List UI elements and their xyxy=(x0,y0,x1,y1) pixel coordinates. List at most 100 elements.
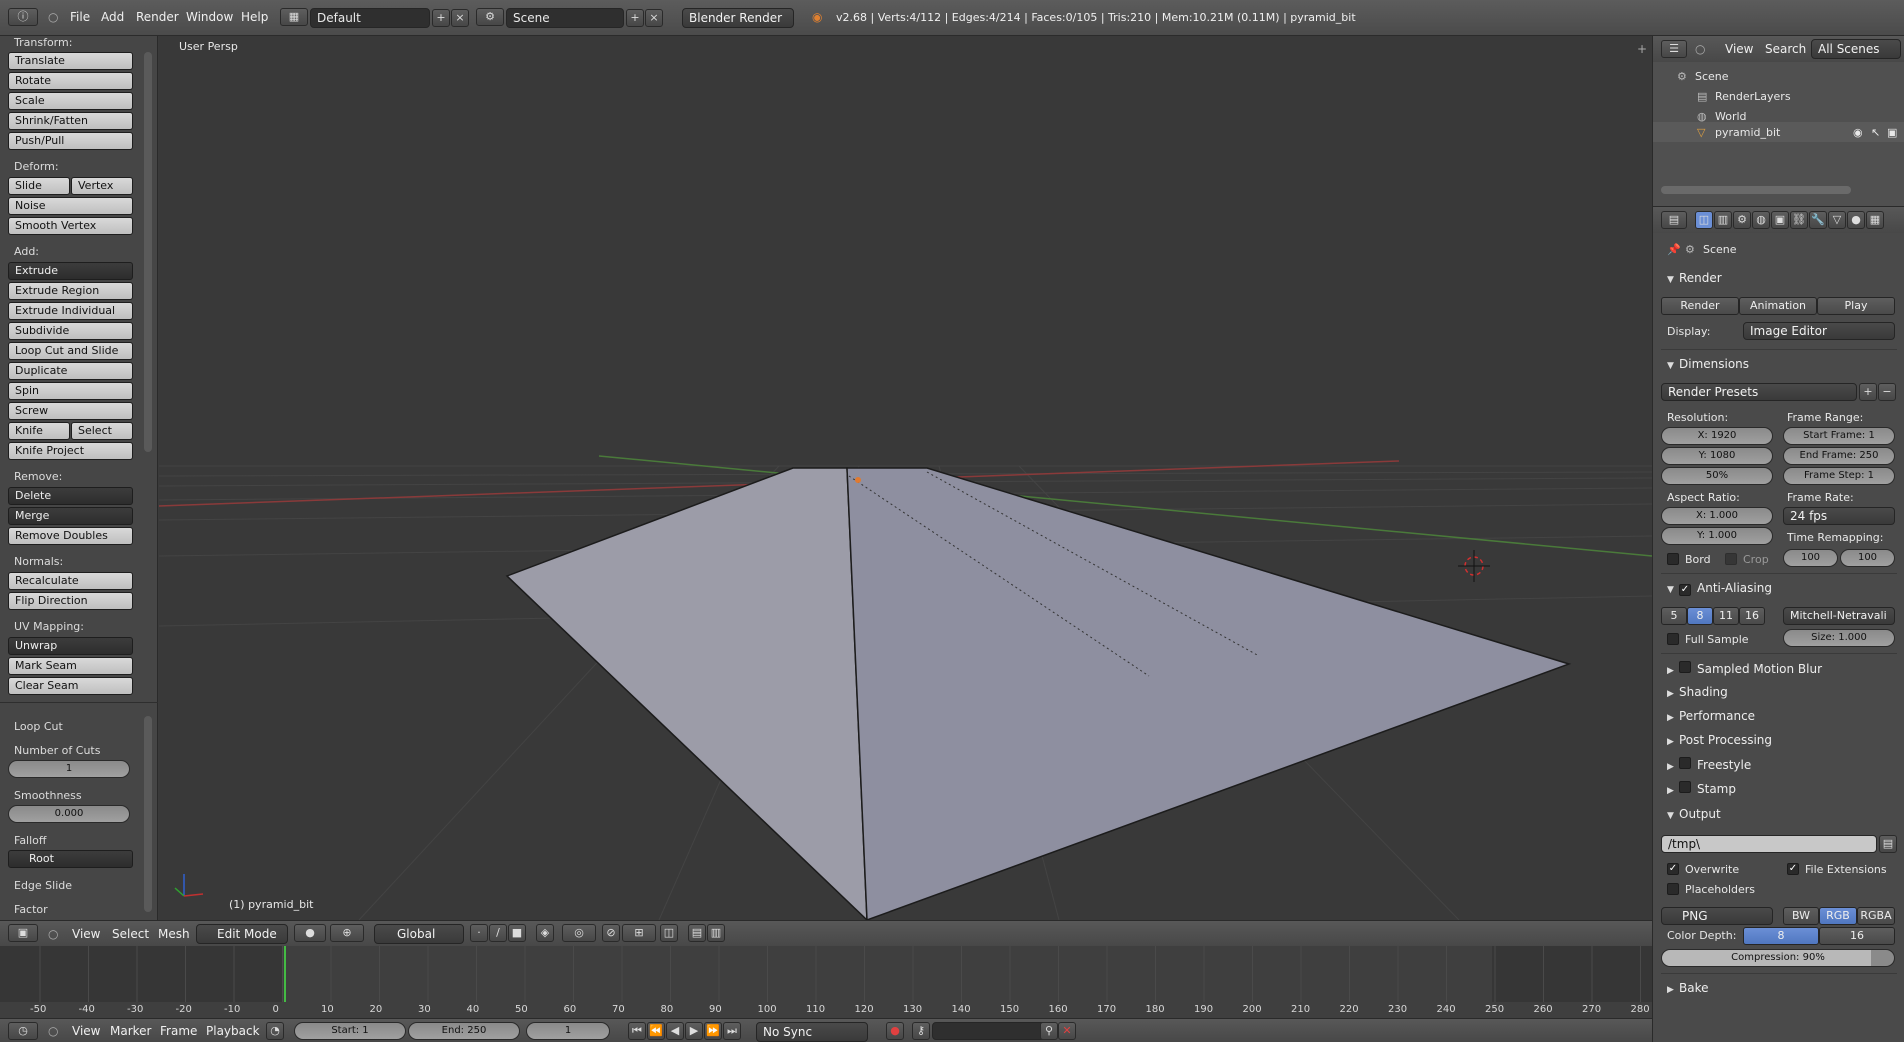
jump-start-icon[interactable]: ⏮ xyxy=(628,1022,646,1040)
color-rgba-button[interactable]: RGBA xyxy=(1857,907,1895,925)
scene-icon[interactable]: ⚙ xyxy=(476,8,504,26)
constraints-tab-icon[interactable]: ⛓ xyxy=(1790,211,1808,229)
end-frame-field[interactable]: End: 250 xyxy=(408,1022,520,1040)
object-tab-icon[interactable]: ▣ xyxy=(1771,211,1789,229)
texture-tab-icon[interactable]: ▦ xyxy=(1866,211,1884,229)
play-icon[interactable]: ▶ xyxy=(685,1022,703,1040)
delete-keyframe-icon[interactable]: ✕ xyxy=(1058,1022,1076,1040)
outliner-filter-dropdown[interactable]: All Scenes xyxy=(1811,39,1901,59)
remap-new-field[interactable]: 100 xyxy=(1840,549,1895,567)
snap-element-icon[interactable]: ⊞ xyxy=(622,924,656,942)
stamp-panel-header[interactable]: ▶ Stamp xyxy=(1667,781,1736,796)
editor-type-timeline-icon[interactable]: ◷ xyxy=(8,1022,38,1040)
aa-samples-11[interactable]: 11 xyxy=(1713,607,1739,625)
keying-set-field[interactable] xyxy=(932,1022,1052,1040)
stamp-checkbox[interactable] xyxy=(1679,781,1691,793)
render-button[interactable]: Render xyxy=(1661,297,1739,315)
menu-help[interactable]: Help xyxy=(241,10,268,24)
outliner-scrollbar[interactable] xyxy=(1661,186,1851,194)
performance-panel-header[interactable]: ▶ Performance xyxy=(1667,709,1755,723)
bake-panel-header[interactable]: ▶ Bake xyxy=(1667,981,1709,995)
file-browse-icon[interactable]: ▤ xyxy=(1879,835,1897,853)
slide-edge-button[interactable]: Slide Edge xyxy=(8,177,70,208)
knife-button[interactable]: Knife xyxy=(8,422,70,440)
occlude-icon[interactable]: ◈ xyxy=(536,924,554,942)
menu-window[interactable]: Window xyxy=(186,10,233,24)
orientation-dropdown[interactable]: Global xyxy=(374,924,464,944)
push-pull-button[interactable]: Push/Pull xyxy=(8,132,133,150)
screen-layout-icon[interactable]: ▦ xyxy=(280,8,308,26)
render-tab-icon[interactable]: ◫ xyxy=(1695,211,1713,229)
render-engine-dropdown[interactable]: Blender Render xyxy=(682,8,794,28)
mode-dropdown[interactable]: Edit Mode xyxy=(196,924,288,944)
shading-icon[interactable]: ● xyxy=(294,924,326,942)
menu-file[interactable]: File xyxy=(70,10,90,24)
menu-render[interactable]: Render xyxy=(136,10,179,24)
duplicate-button[interactable]: Duplicate xyxy=(8,362,133,380)
timeline-menu-playback[interactable]: Playback xyxy=(206,1024,260,1038)
file-extensions-checkbox[interactable]: ✓ xyxy=(1787,863,1799,875)
remove-doubles-button[interactable]: Remove Doubles xyxy=(8,527,133,545)
pivot-icon[interactable]: ⊕ xyxy=(330,924,364,942)
world-tab-icon[interactable]: ◍ xyxy=(1752,211,1770,229)
scene-field[interactable]: Scene xyxy=(506,8,624,28)
flip-direction-button[interactable]: Flip Direction xyxy=(8,592,133,610)
falloff-dropdown[interactable]: Root xyxy=(8,850,133,868)
play-reverse-icon[interactable]: ◀ xyxy=(666,1022,684,1040)
motion-blur-panel-header[interactable]: ▶ Sampled Motion Blur xyxy=(1667,661,1822,676)
file-format-dropdown[interactable]: PNG xyxy=(1661,907,1773,925)
outliner-row-pyramid[interactable]: ▽ pyramid_bit ◉ ↖ ▣ xyxy=(1653,122,1904,142)
editor-type-outliner-icon[interactable]: ☰ xyxy=(1661,40,1687,58)
display-dropdown[interactable]: Image Editor xyxy=(1743,322,1895,340)
extrude-individual-button[interactable]: Extrude Individual xyxy=(8,302,133,320)
smooth-vertex-button[interactable]: Smooth Vertex xyxy=(8,217,133,235)
editor-type-properties-icon[interactable]: ▤ xyxy=(1661,211,1687,229)
add-scene-icon[interactable]: + xyxy=(626,9,644,27)
color-bw-button[interactable]: BW xyxy=(1783,907,1819,925)
add-preset-icon[interactable]: + xyxy=(1859,383,1877,401)
play-button[interactable]: Play xyxy=(1817,297,1895,315)
editor-type-icon[interactable]: ⓘ xyxy=(8,8,38,26)
shrink-fatten-button[interactable]: Shrink/Fatten xyxy=(8,112,133,130)
proportional-edit-icon[interactable]: ◎ xyxy=(562,924,596,942)
shelf-scrollbar[interactable] xyxy=(144,52,152,452)
face-select-icon[interactable]: ■ xyxy=(508,924,526,942)
outliner-menu-search[interactable]: Search xyxy=(1765,42,1806,56)
current-frame-field[interactable]: 1 xyxy=(526,1022,610,1040)
collapse-timeline-icon[interactable]: ○ xyxy=(48,1024,58,1038)
timeline-menu-marker[interactable]: Marker xyxy=(110,1024,151,1038)
resolution-percent-field[interactable]: 50% xyxy=(1661,467,1773,485)
menu-view[interactable]: View xyxy=(72,927,100,941)
delete-dropdown[interactable]: Delete xyxy=(8,487,133,505)
resolution-x-field[interactable]: X: 1920 xyxy=(1661,427,1773,445)
collapse-outliner-icon[interactable]: ○ xyxy=(1695,42,1705,56)
editor-type-3d-icon[interactable]: ▣ xyxy=(8,924,38,942)
timeline-menu-view[interactable]: View xyxy=(72,1024,100,1038)
translate-button[interactable]: Translate xyxy=(8,52,133,70)
border-checkbox[interactable] xyxy=(1667,553,1679,565)
menu-add[interactable]: Add xyxy=(101,10,124,24)
recalculate-button[interactable]: Recalculate xyxy=(8,572,133,590)
modifiers-tab-icon[interactable]: 🔧 xyxy=(1809,211,1827,229)
freestyle-panel-header[interactable]: ▶ Freestyle xyxy=(1667,757,1751,772)
aa-samples-8[interactable]: 8 xyxy=(1687,607,1713,625)
menu-mesh[interactable]: Mesh xyxy=(158,927,190,941)
jump-key-forward-icon[interactable]: ⏩ xyxy=(704,1022,722,1040)
visibility-eye-icon[interactable]: ◉ xyxy=(1853,126,1863,139)
dimensions-panel-header[interactable]: ▼ Dimensions xyxy=(1667,357,1749,371)
full-sample-checkbox[interactable] xyxy=(1667,633,1679,645)
unwrap-dropdown[interactable]: Unwrap xyxy=(8,637,133,655)
smoothness-field[interactable]: 0.000 xyxy=(8,805,130,823)
knife-project-button[interactable]: Knife Project xyxy=(8,442,133,460)
end-frame-prop-field[interactable]: End Frame: 250 xyxy=(1783,447,1895,465)
outliner-menu-view[interactable]: View xyxy=(1725,42,1753,56)
start-frame-field[interactable]: Start: 1 xyxy=(294,1022,406,1040)
timeline-menu-frame[interactable]: Frame xyxy=(160,1024,197,1038)
vertex-select-icon[interactable]: · xyxy=(470,924,488,942)
jump-end-icon[interactable]: ⏭ xyxy=(723,1022,741,1040)
clear-seam-button[interactable]: Clear Seam xyxy=(8,677,133,695)
output-panel-header[interactable]: ▼ Output xyxy=(1667,807,1721,821)
crop-checkbox[interactable] xyxy=(1725,553,1737,565)
operator-scrollbar[interactable] xyxy=(144,716,152,912)
screw-button[interactable]: Screw xyxy=(8,402,133,420)
